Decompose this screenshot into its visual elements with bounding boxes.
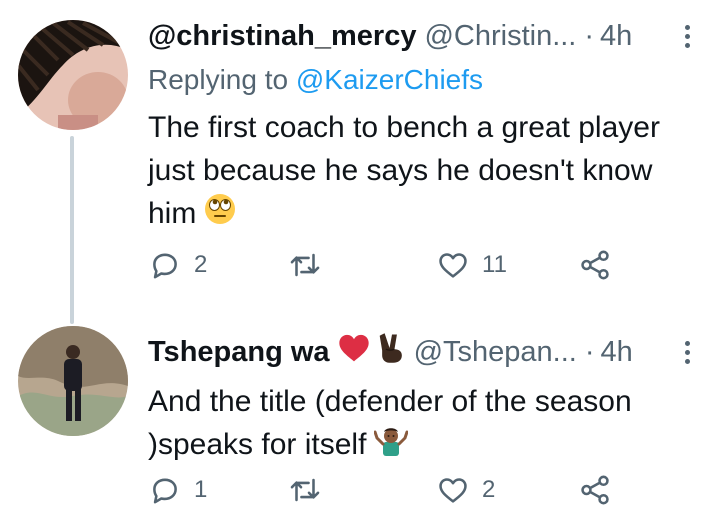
like-button[interactable]: 11 — [436, 245, 507, 285]
tweet-header: @christinah_mercy @Christin... · 4h — [148, 14, 696, 58]
reply-button[interactable]: 1 — [148, 470, 207, 510]
share-button[interactable] — [578, 470, 612, 510]
tweet-actions: 1 2 — [148, 470, 628, 510]
retweet-button[interactable] — [288, 245, 334, 285]
share-button[interactable] — [578, 245, 612, 285]
share-icon — [578, 248, 612, 282]
display-name[interactable]: Tshepang wa — [148, 336, 330, 369]
retweet-icon — [288, 248, 322, 282]
timestamp[interactable]: 4h — [600, 20, 632, 53]
reply-count: 2 — [194, 251, 208, 278]
tweet-text: The first coach to bench a great player … — [148, 106, 696, 237]
share-icon — [578, 473, 612, 507]
separator-dot: · — [584, 19, 595, 52]
more-options-icon[interactable] — [685, 24, 696, 48]
man-shrugging-icon — [373, 424, 409, 468]
tweet-content: Tshepang wa @Tshepan... · 4h And the tit… — [148, 330, 696, 468]
replying-to-link[interactable]: @KaizerChiefs — [296, 64, 483, 95]
tweet-1[interactable]: @christinah_mercy @Christin... · 4h Repl… — [0, 0, 720, 324]
separator-dot: · — [584, 335, 595, 368]
timestamp[interactable]: 4h — [601, 336, 633, 369]
username[interactable]: @Tshepan... — [414, 336, 577, 369]
avatar[interactable] — [18, 20, 128, 130]
reply-button[interactable]: 2 — [148, 245, 207, 285]
like-count: 11 — [482, 251, 507, 278]
heart-icon — [436, 248, 470, 282]
like-button[interactable]: 2 — [436, 470, 495, 510]
reply-icon — [148, 473, 182, 507]
tweet-text: And the title (defender of the season )s… — [148, 380, 696, 468]
thread-line — [70, 136, 74, 324]
face-with-rolling-eyes-icon — [204, 193, 236, 237]
tweet-actions: 2 11 — [148, 245, 628, 285]
avatar[interactable] — [18, 326, 128, 436]
replying-to: Replying to @KaizerChiefs — [148, 60, 696, 100]
reply-count: 1 — [194, 476, 208, 503]
more-options-icon[interactable] — [685, 340, 696, 364]
username[interactable]: @Christin... — [424, 20, 576, 53]
like-count: 2 — [482, 476, 496, 503]
tweet-2[interactable]: Tshepang wa @Tshepan... · 4h And the tit… — [0, 320, 720, 505]
replying-prefix: Replying to — [148, 64, 296, 95]
retweet-icon — [288, 473, 322, 507]
display-name[interactable]: @christinah_mercy — [148, 20, 416, 53]
retweet-button[interactable] — [288, 470, 334, 510]
tweet-header: Tshepang wa @Tshepan... · 4h — [148, 330, 696, 374]
tweet-content: @christinah_mercy @Christin... · 4h Repl… — [148, 14, 696, 237]
heart-icon — [436, 473, 470, 507]
reply-icon — [148, 248, 182, 282]
red-heart-icon — [338, 333, 370, 371]
victory-hand-icon — [378, 332, 406, 372]
